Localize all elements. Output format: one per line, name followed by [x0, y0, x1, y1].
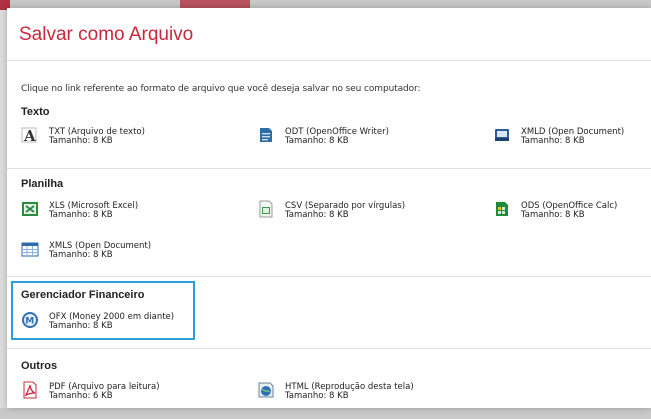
- html-icon: [258, 382, 274, 398]
- file-size: Tamanho: 8 KB: [49, 321, 113, 331]
- pdf-icon: [23, 381, 37, 399]
- ofx-icon: M: [22, 312, 38, 328]
- save-as-file-dialog: Salvar como Arquivo Clique no link refer…: [7, 8, 651, 408]
- csv-icon: [259, 200, 273, 218]
- file-size: Tamanho: 8 KB: [285, 210, 349, 220]
- section-title-outros: Outros: [21, 360, 58, 372]
- file-size: Tamanho: 8 KB: [49, 250, 113, 260]
- xls-icon: [22, 202, 38, 216]
- file-size: Tamanho: 8 KB: [521, 210, 585, 220]
- svg-text:A: A: [23, 127, 36, 144]
- txt-icon: A: [21, 127, 37, 144]
- section-divider: [7, 348, 651, 349]
- section-title-gerenciador: Gerenciador Financeiro: [21, 289, 145, 301]
- background-footer: [0, 408, 651, 419]
- file-size: Tamanho: 8 KB: [285, 136, 349, 146]
- file-size: Tamanho: 8 KB: [285, 391, 349, 401]
- file-size: Tamanho: 8 KB: [49, 210, 113, 220]
- xmld-icon: [495, 129, 509, 141]
- file-size: Tamanho: 8 KB: [521, 136, 585, 146]
- ods-icon: [496, 202, 508, 216]
- section-divider: [7, 168, 651, 169]
- dialog-header: Salvar como Arquivo: [7, 8, 651, 61]
- dialog-title: Salvar como Arquivo: [19, 24, 194, 45]
- odt-icon: [260, 128, 272, 142]
- section-title-planilha: Planilha: [21, 178, 64, 190]
- xmls-icon: [21, 242, 39, 257]
- file-size: Tamanho: 6 KB: [49, 391, 113, 401]
- svg-text:M: M: [25, 317, 34, 327]
- section-title-texto: Texto: [21, 106, 50, 118]
- dialog-instruction: Clique no link referente ao formato de a…: [21, 84, 421, 94]
- section-divider: [7, 276, 651, 277]
- file-size: Tamanho: 8 KB: [49, 136, 113, 146]
